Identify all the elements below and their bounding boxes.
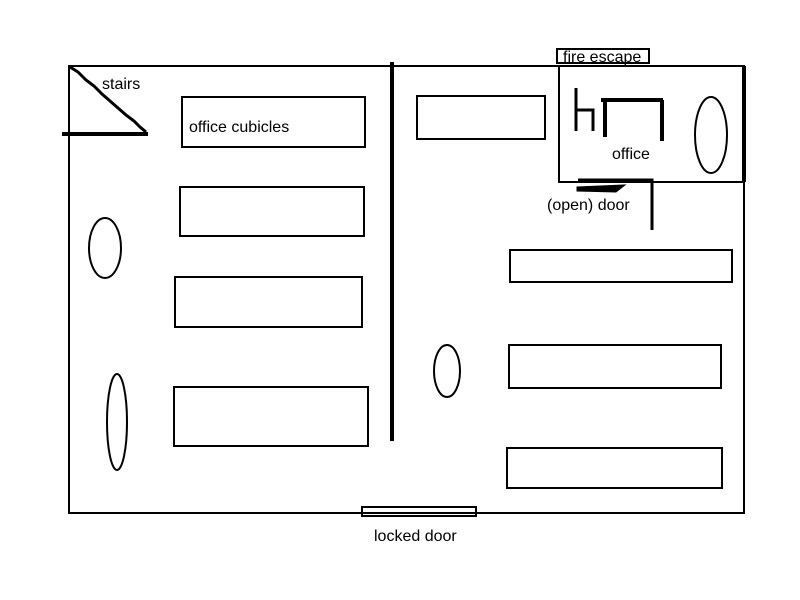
pillar-left-upper (88, 217, 122, 279)
locked-door-box (361, 506, 477, 517)
cubicle-left-2 (179, 186, 365, 237)
cubicle-right-2 (508, 344, 722, 389)
open-door: (open) door (547, 178, 654, 230)
cubicle-left-3 (174, 276, 363, 328)
cubicle-right-1 (509, 249, 733, 283)
open-door-label: (open) door (547, 197, 630, 214)
floor-plan: stairs office cubicles office fire escap… (62, 48, 746, 545)
office-label: office (612, 146, 650, 163)
cubicle-right-3 (506, 447, 723, 489)
chair-icon (574, 88, 595, 131)
office-room: office (558, 65, 746, 183)
pillar-left-lower (106, 373, 128, 471)
desk-icon (601, 98, 664, 141)
cubicle-left-4 (173, 386, 369, 447)
stairs-label: stairs (102, 76, 140, 93)
open-door-leaf (576, 184, 627, 193)
cubicle-right-top (416, 95, 546, 140)
office-walls (558, 65, 745, 183)
fire-escape-label: fire escape (563, 49, 641, 66)
locked-door-label: locked door (374, 528, 457, 545)
pillar-center (433, 344, 461, 398)
office-cubicles-label: office cubicles (189, 119, 289, 136)
office-oval (694, 96, 728, 174)
building-outline (68, 65, 745, 514)
stairs: stairs (62, 65, 148, 136)
